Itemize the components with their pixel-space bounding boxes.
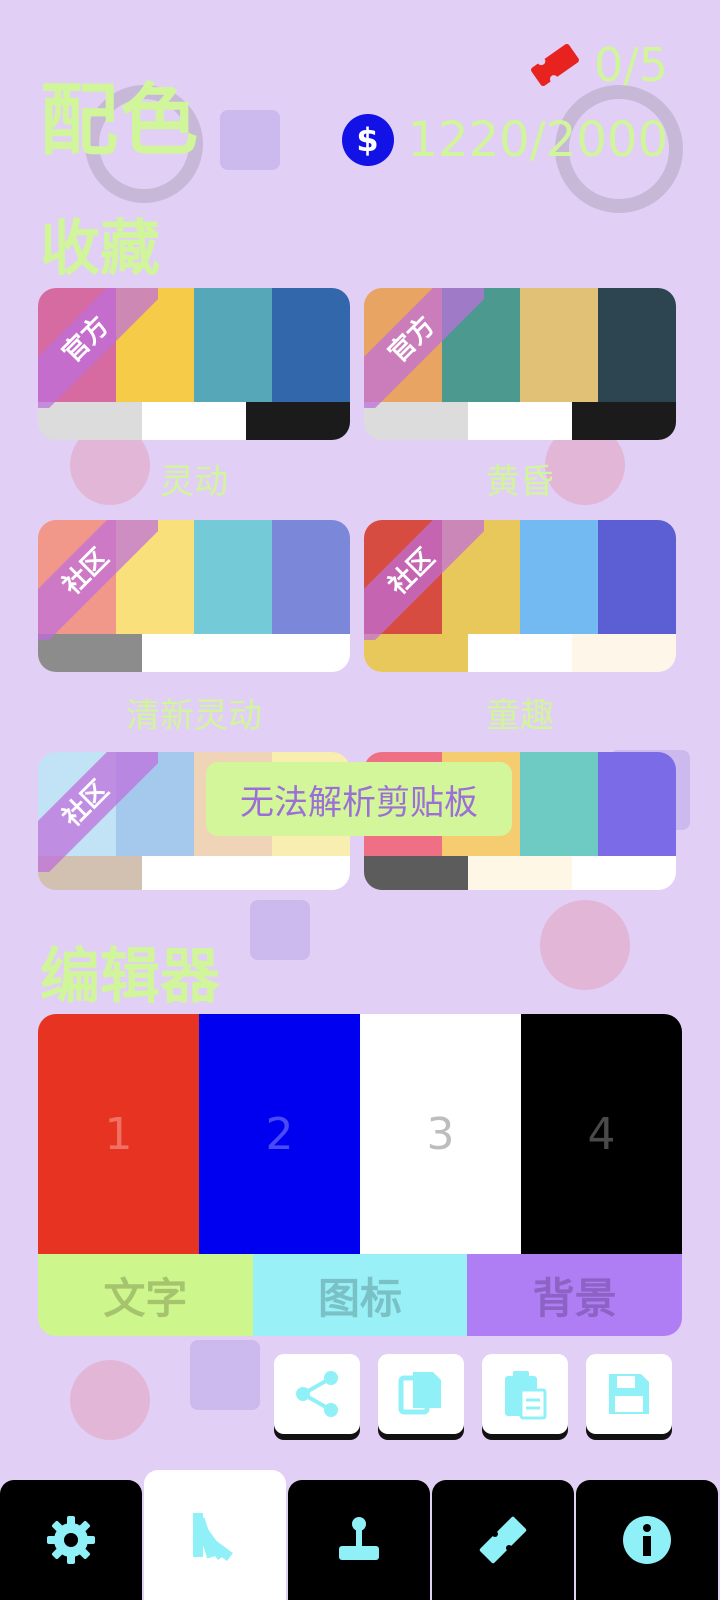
tab-text[interactable]: 文字 xyxy=(38,1254,253,1336)
palette-name-2: 黄昏 xyxy=(486,462,554,502)
coin-icon: $ xyxy=(341,114,394,166)
share-button[interactable] xyxy=(274,1354,360,1434)
palette-card-3[interactable]: 社区 xyxy=(38,520,350,672)
color-strip xyxy=(468,855,572,890)
tab-icon[interactable]: 图标 xyxy=(252,1254,468,1336)
editor-tabs: 文字 图标 背景 xyxy=(38,1254,682,1336)
swatch-3-label: 3 xyxy=(426,1108,455,1160)
ticket-icon xyxy=(530,43,579,87)
color-strip xyxy=(572,634,676,672)
page-title: 配色 xyxy=(40,76,201,166)
color-strip xyxy=(246,634,350,672)
nav-tickets[interactable] xyxy=(432,1480,574,1600)
tab-background[interactable]: 背景 xyxy=(467,1254,682,1336)
swatch-4[interactable]: 4 xyxy=(521,1014,682,1254)
palette-source-ribbon: 社区 xyxy=(364,520,484,640)
share-icon xyxy=(296,1371,338,1417)
color-strip xyxy=(572,402,676,440)
palette-source-ribbon: 官方 xyxy=(38,288,158,408)
nav-palette[interactable] xyxy=(144,1470,286,1600)
tab-background-label: 背景 xyxy=(532,1273,617,1323)
color-strip xyxy=(520,288,598,402)
color-strip xyxy=(364,855,468,890)
palette-card-4[interactable]: 社区 xyxy=(364,520,676,672)
favorites-title: 收藏 xyxy=(40,214,160,284)
swatch-4-label: 4 xyxy=(587,1108,616,1160)
color-strip xyxy=(598,520,676,634)
swatch-1-label: 1 xyxy=(104,1108,133,1160)
color-strip xyxy=(246,855,350,890)
palette-source-tag: 社区 xyxy=(38,752,158,872)
swatch-2[interactable]: 2 xyxy=(199,1014,360,1254)
ticket-counter: 0/5 xyxy=(526,38,668,92)
nav-settings[interactable] xyxy=(0,1480,142,1600)
gear-icon xyxy=(47,1516,95,1564)
palette-fan-icon xyxy=(193,1513,233,1562)
color-editor: 1 2 3 4 文字 图标 背景 xyxy=(38,1014,682,1336)
joystick-icon xyxy=(339,1517,379,1560)
tab-text-label: 文字 xyxy=(103,1273,188,1323)
save-button[interactable] xyxy=(586,1354,672,1434)
palette-card-2[interactable]: 官方 xyxy=(364,288,676,440)
copy-icon xyxy=(398,1372,441,1415)
palette-name-1: 灵动 xyxy=(160,462,228,502)
nav-games[interactable] xyxy=(288,1480,430,1600)
color-strip xyxy=(194,520,272,634)
color-strip xyxy=(572,855,676,890)
swatch-1[interactable]: 1 xyxy=(38,1014,199,1254)
palette-name-4: 童趣 xyxy=(486,696,554,736)
paste-button[interactable] xyxy=(482,1354,568,1434)
coin-counter: $ 1220/2000 xyxy=(341,112,668,168)
color-strip xyxy=(598,752,676,856)
palette-source-ribbon: 社区 xyxy=(38,752,158,872)
color-strip xyxy=(598,288,676,402)
nav-info[interactable] xyxy=(576,1480,718,1600)
coin-count: 1220/2000 xyxy=(407,112,668,168)
ticket-nav-icon xyxy=(479,1516,527,1564)
palette-name-3: 清新灵动 xyxy=(126,696,262,736)
bottom-navbar xyxy=(0,1470,720,1600)
color-strip xyxy=(272,520,350,634)
palette-source-tag: 官方 xyxy=(38,288,158,408)
palette-source-tag: 社区 xyxy=(364,520,484,640)
color-strip xyxy=(520,520,598,634)
copy-button[interactable] xyxy=(378,1354,464,1434)
save-icon xyxy=(609,1374,649,1414)
palette-source-ribbon: 官方 xyxy=(364,288,484,408)
info-icon xyxy=(623,1516,671,1564)
editor-title: 编辑器 xyxy=(40,942,220,1012)
paste-icon xyxy=(505,1371,547,1420)
editor-swatches: 1 2 3 4 xyxy=(38,1014,682,1254)
color-strip xyxy=(272,288,350,402)
color-strip xyxy=(194,288,272,402)
tab-icon-label: 图标 xyxy=(318,1273,403,1323)
palette-source-ribbon: 社区 xyxy=(38,520,158,640)
clipboard-toast: 无法解析剪贴板 xyxy=(206,762,512,836)
ticket-count: 0/5 xyxy=(593,38,668,92)
swatch-2-label: 2 xyxy=(265,1108,294,1160)
swatch-3[interactable]: 3 xyxy=(360,1014,521,1254)
palette-source-tag: 官方 xyxy=(364,288,484,408)
color-strip xyxy=(246,402,350,440)
palette-card-1[interactable]: 官方 xyxy=(38,288,350,440)
palette-base-colors xyxy=(364,855,676,890)
palette-source-tag: 社区 xyxy=(38,520,158,640)
color-strip xyxy=(520,752,598,856)
